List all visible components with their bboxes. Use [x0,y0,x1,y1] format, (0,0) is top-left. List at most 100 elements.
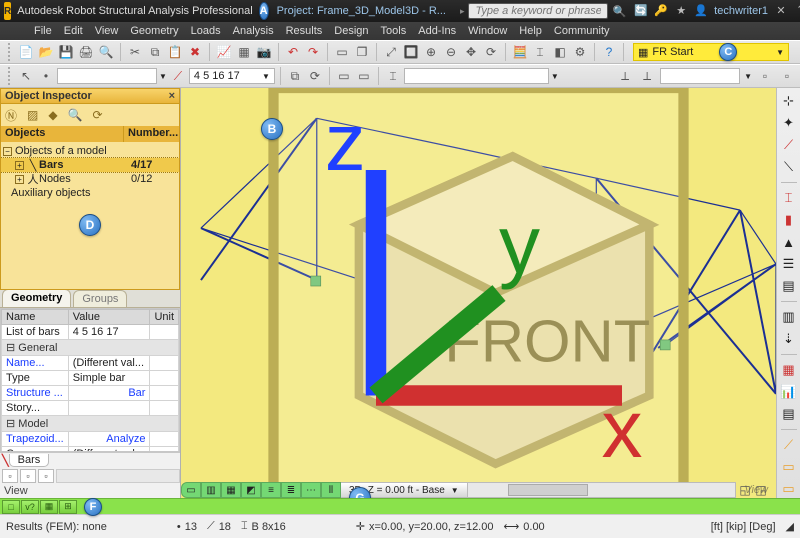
find-icon[interactable]: 🔍 [68,108,83,122]
close-cloud-icon[interactable]: ✕ [774,4,788,18]
tool-b-icon[interactable]: ⟳ [306,67,324,85]
help-search-input[interactable] [468,3,608,19]
col-objects[interactable]: Objects [1,126,124,142]
axes-icon[interactable]: ✦ [780,114,798,132]
vp-tool-2[interactable]: ▥ [201,482,221,498]
window-icon[interactable]: ❐ [353,43,371,61]
rc-design-icon[interactable]: ▭ [780,480,798,498]
help-icon-tb[interactable]: ? [600,43,618,61]
viewport-3d[interactable]: FRONT z x y View ▭ ▥ ▦ ◩ ≡ ≣ ⋯ ⫴ [180,88,776,498]
cut-icon[interactable]: ✂ [126,43,144,61]
node-sel-icon[interactable]: • [37,67,55,85]
tree-aux[interactable]: Auxiliary objects [1,186,179,200]
screenshot-icon[interactable]: 📷 [255,43,273,61]
tool-y-icon[interactable]: ▫ [778,67,796,85]
tree-item-bars[interactable]: +╲ Bars 4/17 [1,158,179,172]
sync-icon[interactable]: 🔄 [634,4,648,18]
preview-icon[interactable]: 🔍 [97,43,115,61]
gtool-4[interactable]: ⊞ [59,500,77,514]
print-icon[interactable]: 🖨 [77,43,95,61]
snap-icon[interactable]: ⊹ [780,92,798,110]
bars-tab[interactable]: Bars [9,454,50,467]
gtool-3[interactable]: ▦ [40,500,58,514]
support-input[interactable] [660,68,740,84]
nodes-tool-icon[interactable]: ⟋ [780,136,798,154]
zoom-out-icon[interactable]: ⊖ [442,43,460,61]
key-icon[interactable]: 🔑 [654,4,668,18]
sections-db-icon[interactable]: ⌶ [780,189,798,207]
support-b-icon[interactable]: ⟂ [638,67,656,85]
toolbar-grip[interactable] [8,67,13,85]
bars-tool-3[interactable]: ▫ [38,469,54,483]
vp-tool-3[interactable]: ▦ [221,482,241,498]
filter-panels-icon[interactable]: ◆ [48,108,57,122]
pan-icon[interactable]: ✥ [462,43,480,61]
menu-geometry[interactable]: Geometry [130,25,178,37]
bars-tool-2[interactable]: ▫ [20,469,36,483]
section-input[interactable] [404,68,549,84]
results-table-icon[interactable]: ▤ [780,405,798,423]
load-def-icon[interactable]: ⇣ [780,330,798,348]
gtool-2[interactable]: v? [21,500,39,514]
menu-file[interactable]: File [34,25,52,37]
refresh-icon[interactable]: ⟳ [93,108,103,122]
zoom-all-icon[interactable]: ⤢ [382,43,400,61]
zoom-window-icon[interactable]: 🔲 [402,43,420,61]
bars-tool-1[interactable]: ▫ [2,469,18,483]
support-a-icon[interactable]: ⟂ [616,67,634,85]
bar-selection-combo[interactable]: 4 5 16 17 ▼ [189,68,275,84]
redo-icon[interactable]: ↷ [304,43,322,61]
bars-tool-icon[interactable]: ⟍ [780,158,798,176]
menu-window[interactable]: Window [468,25,507,37]
menu-design[interactable]: Design [334,25,368,37]
menu-community[interactable]: Community [554,25,610,37]
timber-design-icon[interactable]: ▭ [780,458,798,476]
toolbar-grip[interactable] [8,43,13,61]
menu-results[interactable]: Results [286,25,323,37]
edit-sel-icon[interactable]: ▭ [333,43,351,61]
status-grip-icon[interactable]: ◢ [786,520,794,533]
signin-icon[interactable]: 👤 [694,4,708,18]
pg-head-value[interactable]: Value [68,310,150,325]
menu-edit[interactable]: Edit [64,25,83,37]
section-icon[interactable]: ⌶ [531,43,549,61]
tool-e-icon[interactable]: ⌶ [384,67,402,85]
node-selection-input[interactable] [57,68,157,84]
tool-d-icon[interactable]: ▭ [355,67,373,85]
analysis-param-icon[interactable]: ⚙ [571,43,589,61]
releases-icon[interactable]: ☰ [780,255,798,273]
calc-icon[interactable]: 🧮 [511,43,529,61]
delete-icon[interactable]: ✖ [186,43,204,61]
save-icon[interactable]: 💾 [57,43,75,61]
vp-tool-4[interactable]: ◩ [241,482,261,498]
vp-corner-2[interactable]: ◲ [754,483,768,497]
menu-analysis[interactable]: Analysis [233,25,274,37]
tree-item-nodes[interactable]: +人 Nodes 0/12 [1,172,179,186]
star-icon[interactable]: ★ [674,4,688,18]
chart-icon[interactable]: 📈 [215,43,233,61]
copy-icon[interactable]: ⧉ [146,43,164,61]
rotate-icon[interactable]: ⟳ [482,43,500,61]
tab-geometry[interactable]: Geometry [2,289,71,307]
search-icon[interactable]: 🔍 [612,5,626,18]
vp-tool-6[interactable]: ≣ [281,482,301,498]
help-icon[interactable]: ? [794,4,800,18]
load-types-icon[interactable]: ▥ [780,308,798,326]
steel-design-icon[interactable]: ⟋ [780,436,798,454]
menu-addins[interactable]: Add-Ins [418,25,456,37]
supports-icon[interactable]: ▲ [780,233,798,251]
chevron-down-icon[interactable]: ▼ [451,486,459,495]
open-icon[interactable]: 📂 [37,43,55,61]
calc-params-icon[interactable]: 📊 [780,383,798,401]
menu-tools[interactable]: Tools [381,25,407,37]
filter-bars-icon[interactable]: ▨ [27,108,38,122]
vp-tool-8[interactable]: ⫴ [321,482,341,498]
tool-x-icon[interactable]: ▫ [756,67,774,85]
col-number[interactable]: Number... [124,126,179,142]
table-icon[interactable]: ▦ [235,43,253,61]
offsets-icon[interactable]: ▤ [780,277,798,295]
search-dropdown-icon[interactable]: ▸ [460,6,465,17]
inspector-close-icon[interactable]: × [169,90,175,102]
tree-root[interactable]: −Objects of a model [1,144,179,158]
tab-groups[interactable]: Groups [73,290,127,307]
